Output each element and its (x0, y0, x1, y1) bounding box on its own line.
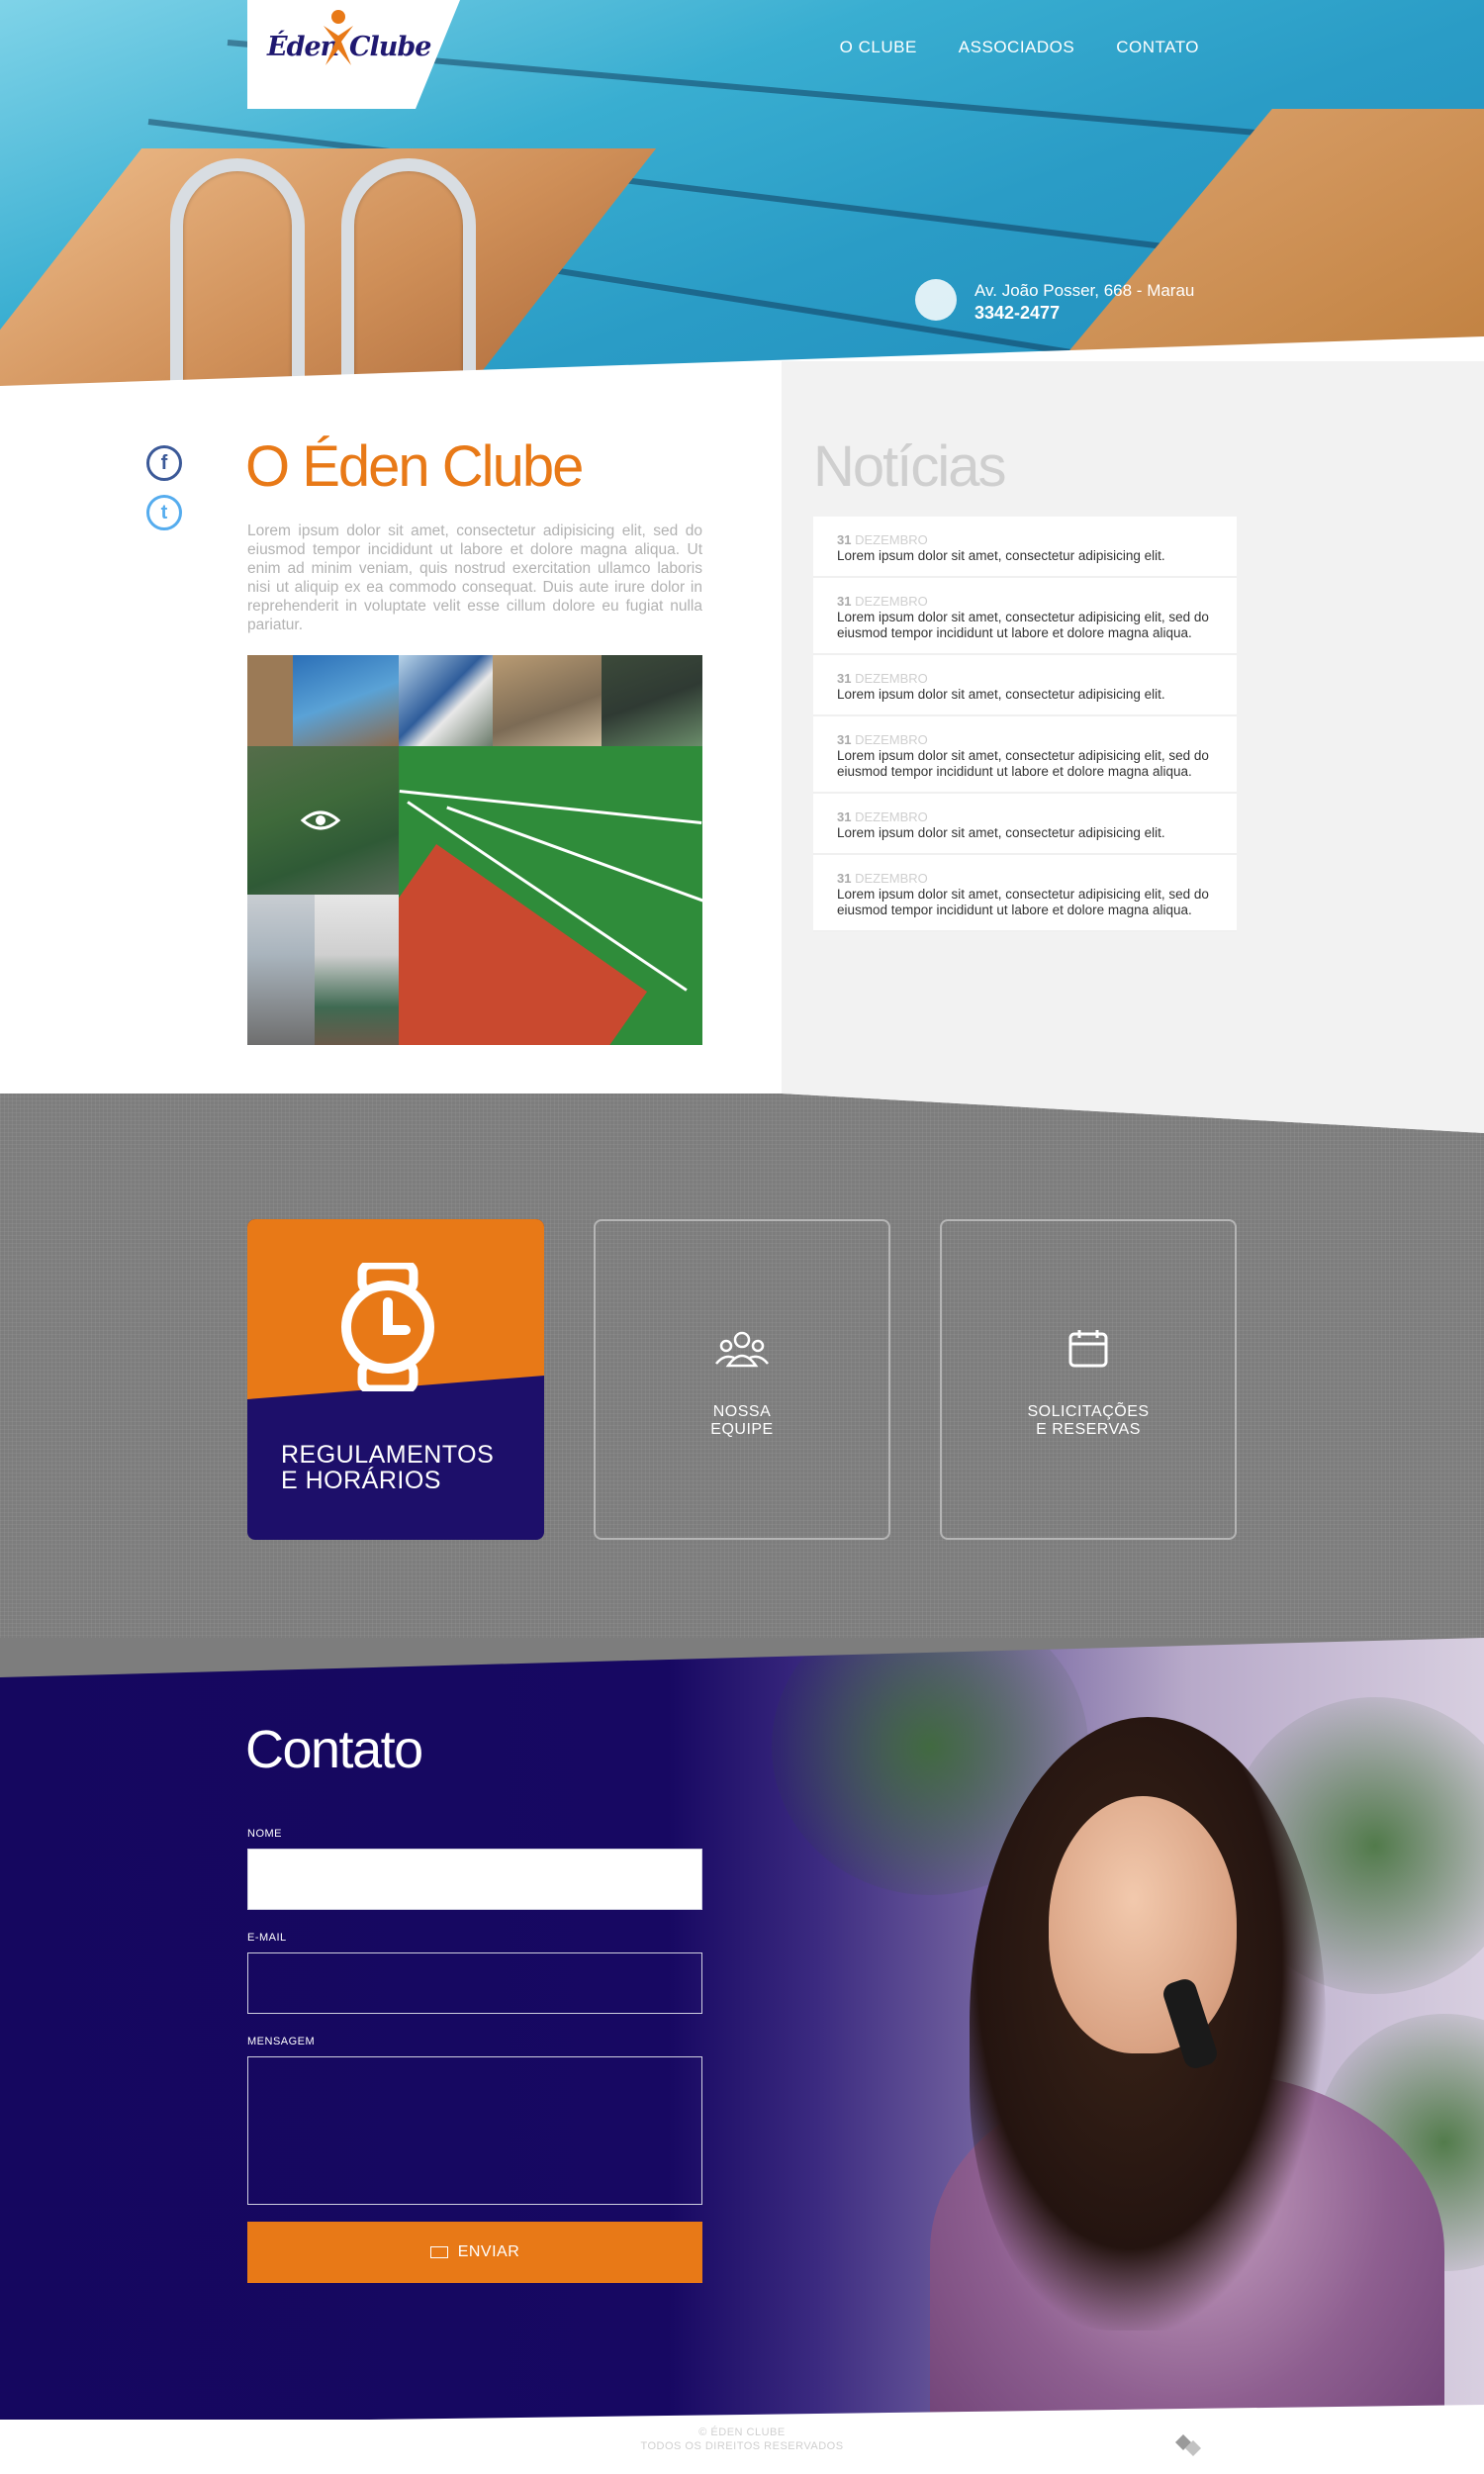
contact-divider (0, 1638, 1484, 1677)
gallery-thumb (399, 655, 493, 746)
phone-number[interactable]: 3342-2477 (974, 303, 1060, 324)
main-nav: O CLUBE ASSOCIADOS CONTATO (840, 38, 1199, 57)
news-date: 31 DEZEMBRO (837, 871, 928, 886)
footer-copyright: © ÉDEN CLUBE (698, 2426, 786, 2438)
hero-banner: Éden Clube O CLUBE ASSOCIADOS CONTATO Av… (0, 0, 1484, 396)
message-field[interactable] (247, 2056, 702, 2205)
nav-associados[interactable]: ASSOCIADOS (959, 38, 1074, 57)
news-text: Lorem ipsum dolor sit amet, consectetur … (837, 610, 1209, 640)
calendar-icon (1068, 1330, 1108, 1368)
card-solicitacoes[interactable]: SOLICITAÇÕES E RESERVAS (940, 1219, 1237, 1540)
news-date: 31 DEZEMBRO (837, 532, 928, 547)
email-label: E-MAIL (247, 1932, 287, 1944)
footer-rights: TODOS OS DIREITOS RESERVADOS (640, 2440, 844, 2452)
news-item[interactable]: 31 DEZEMBRO Lorem ipsum dolor sit amet, … (813, 794, 1237, 855)
news-item[interactable]: 31 DEZEMBRO Lorem ipsum dolor sit amet, … (813, 655, 1237, 716)
logo-text-right: Clube (349, 32, 431, 62)
twitter-icon[interactable]: t (146, 495, 182, 530)
card-nossa-equipe-label: NOSSA EQUIPE (710, 1403, 774, 1438)
gallery-thumb (247, 895, 315, 1045)
location-bubble-icon (915, 279, 957, 321)
nav-o-clube[interactable]: O CLUBE (840, 38, 917, 57)
news-item[interactable]: 31 DEZEMBRO Lorem ipsum dolor sit amet, … (813, 716, 1237, 794)
contact-title: Contato (245, 1720, 423, 1779)
pool-ladder-rail (341, 158, 476, 389)
watch-clock-icon (341, 1263, 434, 1391)
facebook-icon[interactable]: f (146, 445, 182, 481)
card-solicitacoes-label: SOLICITAÇÕES E RESERVAS (1027, 1403, 1150, 1438)
name-label: NOME (247, 1828, 282, 1840)
envelope-icon (429, 2246, 448, 2258)
gallery-thumb (293, 655, 399, 746)
social-links: f t (146, 445, 182, 544)
team-icon (715, 1331, 769, 1368)
name-field[interactable] (247, 1849, 702, 1910)
pool-ladder-rail (170, 158, 305, 389)
news-date: 31 DEZEMBRO (837, 732, 928, 747)
tennis-court-photo (399, 746, 702, 1045)
news-list: 31 DEZEMBRO Lorem ipsum dolor sit amet, … (813, 517, 1237, 932)
news-date: 31 DEZEMBRO (837, 594, 928, 609)
message-label: MENSAGEM (247, 2036, 316, 2047)
news-text: Lorem ipsum dolor sit amet, consectetur … (837, 887, 1209, 917)
woman-photo-face (1049, 1796, 1237, 2053)
pool-deck-left (0, 148, 657, 396)
submit-button-label: ENVIAR (457, 2243, 520, 2260)
gallery-thumb (247, 655, 293, 746)
news-item[interactable]: 31 DEZEMBRO Lorem ipsum dolor sit amet, … (813, 855, 1237, 932)
news-text: Lorem ipsum dolor sit amet, consectetur … (837, 548, 1165, 563)
email-field[interactable] (247, 1952, 702, 2014)
agency-logo-icon[interactable] (1175, 2434, 1201, 2456)
card-regulamentos-label: REGULAMENTOS E HORÁRIOS (281, 1441, 495, 1494)
card-nossa-equipe[interactable]: NOSSA EQUIPE (594, 1219, 890, 1540)
news-title: Notícias (813, 434, 1007, 499)
card-regulamentos[interactable]: REGULAMENTOS E HORÁRIOS (247, 1219, 544, 1540)
news-text: Lorem ipsum dolor sit amet, consectetur … (837, 825, 1165, 840)
address-text: Av. João Posser, 668 - Marau (974, 281, 1195, 300)
news-text: Lorem ipsum dolor sit amet, consectetur … (837, 748, 1209, 779)
news-date: 31 DEZEMBRO (837, 809, 928, 824)
eye-icon[interactable] (301, 809, 340, 832)
news-date: 31 DEZEMBRO (837, 671, 928, 686)
news-item[interactable]: 31 DEZEMBRO Lorem ipsum dolor sit amet, … (813, 517, 1237, 578)
nav-contato[interactable]: CONTATO (1116, 38, 1199, 57)
submit-button[interactable]: ENVIAR (247, 2222, 702, 2283)
gallery-thumb (602, 655, 702, 746)
news-item[interactable]: 31 DEZEMBRO Lorem ipsum dolor sit amet, … (813, 578, 1237, 655)
gallery-thumb (315, 895, 399, 1045)
about-title: O Éden Clube (245, 434, 584, 499)
photo-gallery[interactable] (247, 655, 702, 1045)
news-text: Lorem ipsum dolor sit amet, consectetur … (837, 687, 1165, 702)
contact-section: Contato NOME E-MAIL MENSAGEM ENVIAR (0, 1638, 1484, 2420)
gallery-thumb (493, 655, 602, 746)
logo[interactable]: Éden Clube (247, 0, 460, 109)
about-text: Lorem ipsum dolor sit amet, consectetur … (247, 523, 702, 633)
